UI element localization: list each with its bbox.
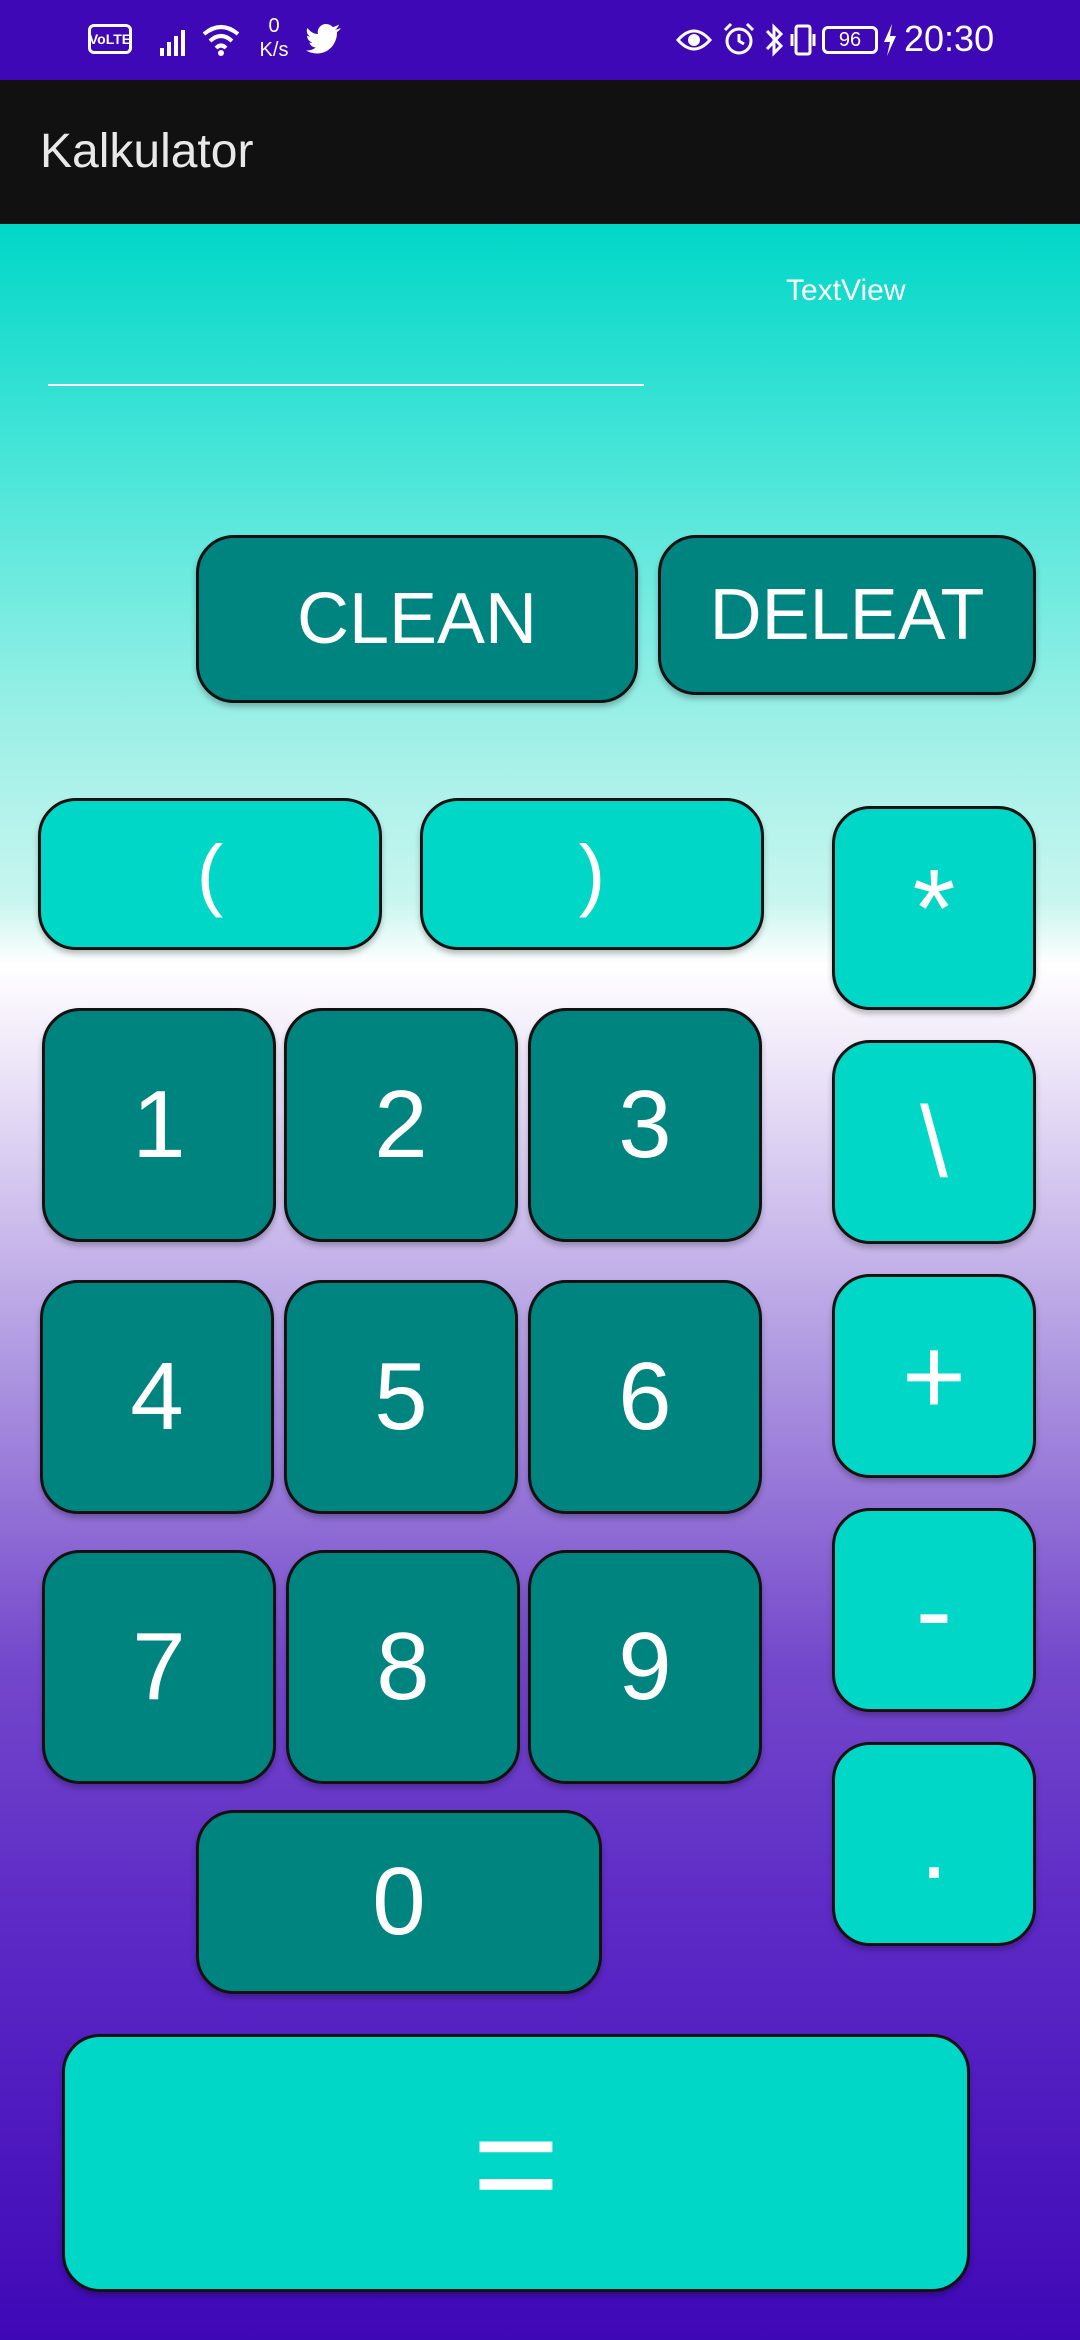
app-title: Kalkulator [40,125,254,178]
expression-input[interactable] [48,384,644,386]
vibrate-icon [790,24,816,56]
minus-button[interactable]: - [832,1508,1036,1712]
charging-icon [884,24,896,56]
equals-button[interactable]: = [62,2034,970,2292]
clean-button[interactable]: CLEAN [196,535,638,703]
delete-button[interactable]: DELEAT [658,535,1036,695]
status-bar: VoLTE 0 K/s 96 20:30 [0,0,1080,80]
eye-icon [676,29,712,51]
alarm-icon [723,22,755,55]
speed-value: 0 [268,15,280,37]
calculator-body: TextView CLEAN DELEAT ( ) * \ + - . 1 2 … [0,224,1080,2340]
digit-6-button[interactable]: 6 [528,1280,762,1514]
digit-9-button[interactable]: 9 [528,1550,762,1784]
digit-1-button[interactable]: 1 [42,1008,276,1242]
app-bar: Kalkulator [0,80,1080,224]
digit-5-button[interactable]: 5 [284,1280,518,1514]
twitter-icon [306,24,341,54]
dot-button[interactable]: . [832,1742,1036,1946]
digit-4-button[interactable]: 4 [40,1280,274,1514]
digit-2-button[interactable]: 2 [284,1008,518,1242]
multiply-button[interactable]: * [832,806,1036,1010]
plus-button[interactable]: + [832,1274,1036,1478]
speed-unit: K/s [259,39,289,61]
bluetooth-icon [765,23,784,57]
digit-8-button[interactable]: 8 [286,1550,520,1784]
open-paren-button[interactable]: ( [38,798,382,950]
digit-0-button[interactable]: 0 [196,1810,602,1994]
close-paren-button[interactable]: ) [420,798,764,950]
network-speed: 0 K/s [250,14,298,62]
digit-7-button[interactable]: 7 [42,1550,276,1784]
signal-icon [160,30,185,56]
battery-indicator: 96 [822,26,878,54]
divide-button[interactable]: \ [832,1040,1036,1244]
digit-3-button[interactable]: 3 [528,1008,762,1242]
wifi-icon [202,25,240,56]
volte-icon: VoLTE [88,24,132,54]
result-textview: TextView [786,274,906,307]
clock: 20:30 [904,18,995,59]
